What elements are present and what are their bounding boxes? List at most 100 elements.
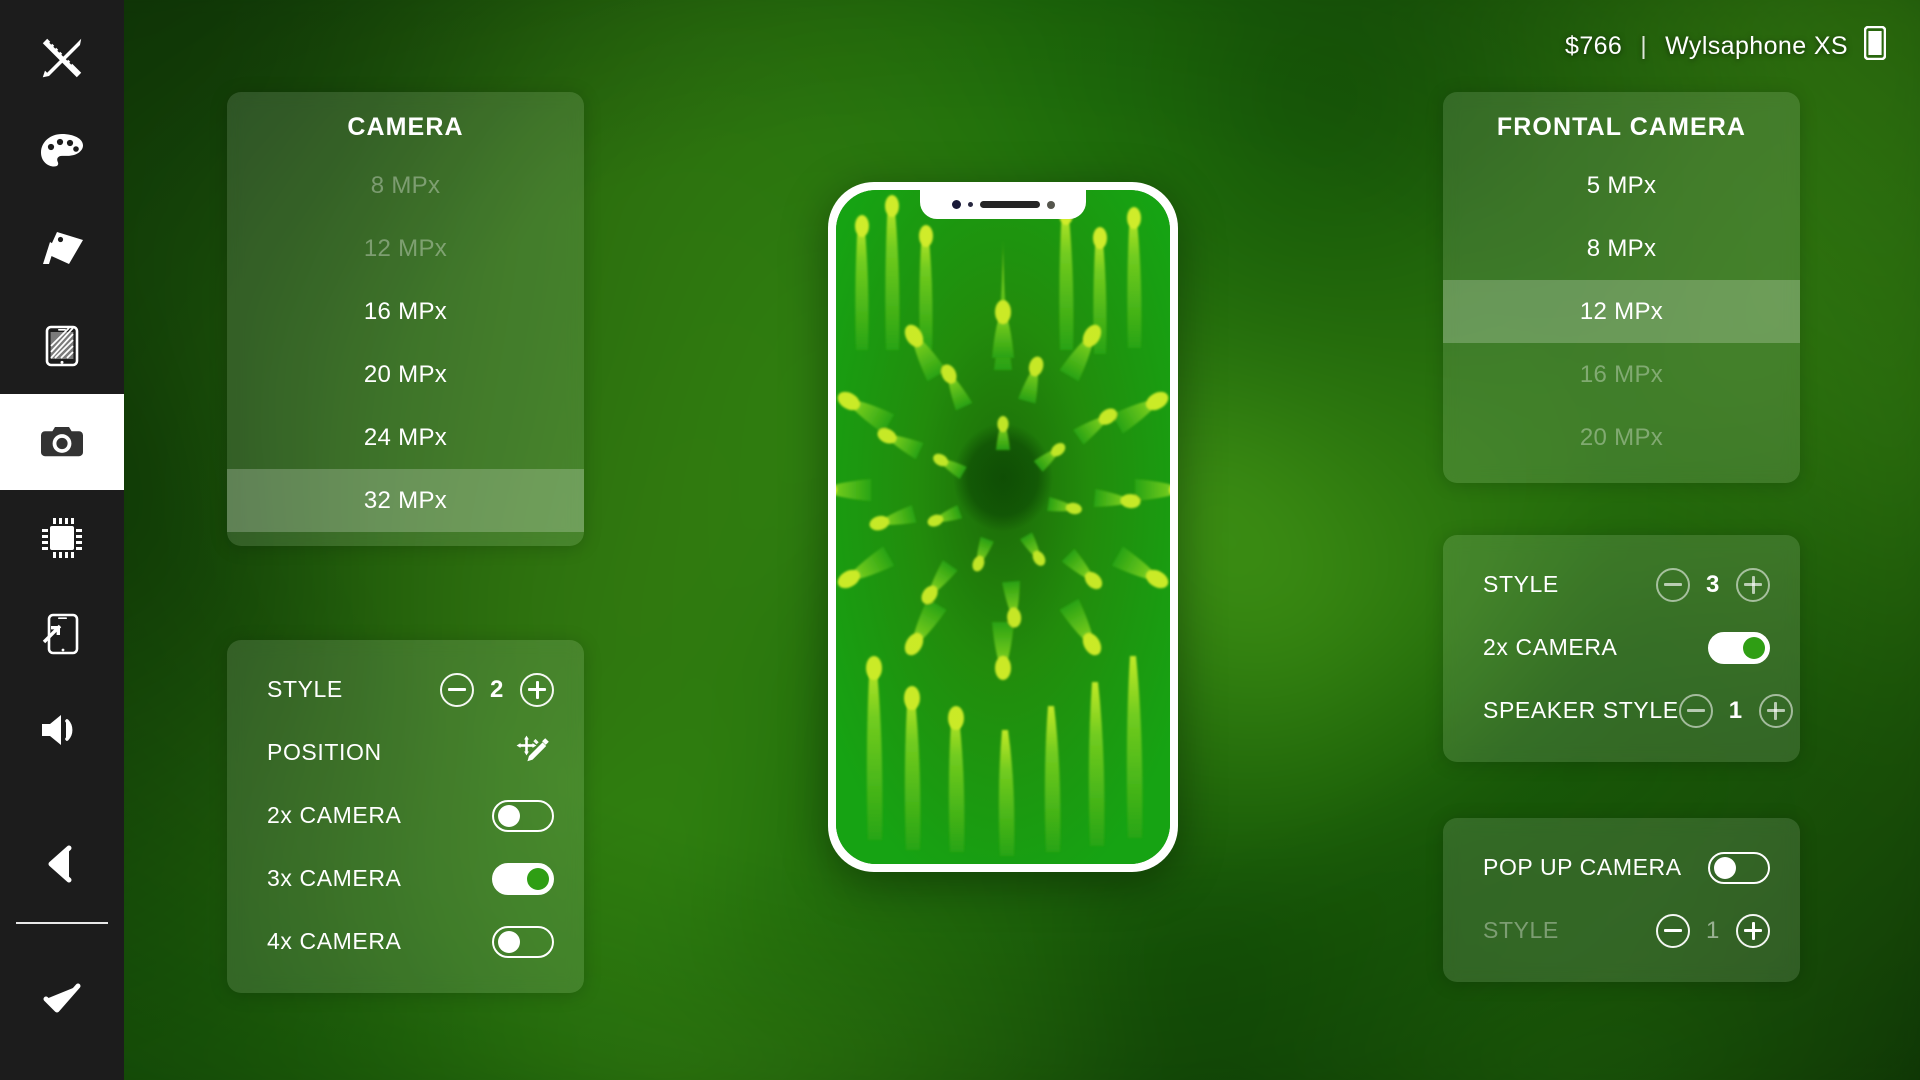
speaker-style-stepper: 1: [1678, 693, 1793, 728]
frontal-camera-panel: FRONTAL CAMERA 5 MPx 8 MPx 12 MPx 16 MPx…: [1443, 92, 1800, 483]
popup-rows: POP UP CAMERA STYLE 1: [1443, 818, 1800, 982]
row-frontal-2x: 2x CAMERA: [1443, 616, 1800, 679]
sidebar-item-color[interactable]: [0, 106, 124, 202]
camera-option[interactable]: 24 MPx: [227, 406, 584, 469]
phone-icon: [1863, 25, 1887, 67]
row-label: STYLE: [1483, 917, 1559, 943]
front-camera-dot: [951, 200, 961, 209]
row-popup-camera: POP UP CAMERA: [1443, 836, 1800, 899]
frontal-style-stepper: 3: [1656, 567, 1770, 602]
frontal-option-selected[interactable]: 12 MPx: [1443, 280, 1800, 343]
back-button[interactable]: [0, 816, 124, 912]
frontal-option[interactable]: 20 MPx: [1443, 406, 1800, 469]
frontal-settings-rows: STYLE 3 2x CAMERA SPEAKER STYLE 1: [1443, 535, 1800, 762]
palette-icon: [36, 128, 88, 180]
stepper-value: 2: [490, 675, 504, 703]
toggle-popup-camera[interactable]: [1708, 851, 1770, 884]
sidebar-item-design[interactable]: [0, 10, 124, 106]
camera-panel: CAMERA 8 MPx 12 MPx 16 MPx 20 MPx 24 MPx…: [227, 92, 584, 546]
phone-preview: [828, 182, 1178, 872]
row-label: 4x CAMERA: [267, 928, 402, 954]
stepper-value: 1: [1706, 916, 1720, 944]
configurator-app: $766 | Wylsaphone XS CAMERA 8 MPx 12 MPx…: [0, 0, 1920, 1080]
camera-option[interactable]: 8 MPx: [227, 154, 584, 217]
sidebar-item-speaker[interactable]: [0, 682, 124, 778]
frontal-option[interactable]: 16 MPx: [1443, 343, 1800, 406]
camera-style-stepper: 2: [440, 672, 554, 707]
camera-icon: [36, 416, 88, 468]
phone-screen: [836, 190, 1170, 864]
increment-button[interactable]: [1736, 567, 1770, 602]
camera-panel-title: CAMERA: [347, 113, 464, 141]
increment-button[interactable]: [1758, 693, 1793, 728]
decrement-button[interactable]: [1656, 913, 1690, 948]
row-label: 3x CAMERA: [267, 865, 402, 891]
price-label: $766: [1565, 32, 1623, 60]
row-camera-3x: 3x CAMERA: [227, 847, 584, 910]
sidebar-item-materials[interactable]: [0, 202, 124, 298]
ports-icon: [36, 608, 88, 660]
camera-settings-rows: STYLE 2 POSITION 2x CAMERA 3x CAMERA 4x …: [227, 640, 584, 993]
row-label: STYLE: [267, 676, 343, 702]
frontal-option-list: 5 MPx 8 MPx 12 MPx 16 MPx 20 MPx: [1443, 146, 1800, 483]
frontal-settings-panel: STYLE 3 2x CAMERA SPEAKER STYLE 1: [1443, 535, 1800, 762]
materials-icon: [36, 224, 88, 276]
speaker-icon: [36, 704, 88, 756]
frontal-option[interactable]: 8 MPx: [1443, 217, 1800, 280]
proximity-sensor: [1046, 200, 1055, 209]
popup-camera-panel: POP UP CAMERA STYLE 1: [1443, 818, 1800, 982]
earpiece-grille: [979, 201, 1040, 208]
sidebar-divider: [16, 922, 108, 924]
increment-button[interactable]: [1736, 913, 1770, 948]
toggle-4x-camera[interactable]: [492, 925, 554, 958]
row-label: 2x CAMERA: [1483, 634, 1618, 660]
row-camera-position: POSITION: [227, 721, 584, 784]
row-camera-style: STYLE 2: [227, 658, 584, 721]
header-separator: |: [1640, 32, 1648, 60]
sensor-dot: [967, 202, 973, 207]
row-speaker-style: SPEAKER STYLE 1: [1443, 679, 1800, 742]
camera-option-selected[interactable]: 32 MPx: [227, 469, 584, 532]
header-summary: $766 | Wylsaphone XS: [1565, 25, 1887, 67]
popup-style-stepper: 1: [1656, 913, 1770, 948]
toggle-frontal-2x-camera[interactable]: [1708, 631, 1770, 664]
stepper-value: 1: [1728, 696, 1743, 724]
sidebar-item-camera[interactable]: [0, 394, 124, 490]
camera-option-list: 8 MPx 12 MPx 16 MPx 20 MPx 24 MPx 32 MPx: [227, 146, 584, 546]
ruler-pencil-icon: [36, 32, 88, 84]
row-label: POP UP CAMERA: [1483, 854, 1682, 880]
sidebar-item-chip[interactable]: [0, 490, 124, 586]
row-frontal-style: STYLE 3: [1443, 553, 1800, 616]
camera-option[interactable]: 12 MPx: [227, 217, 584, 280]
toggle-2x-camera[interactable]: [492, 799, 554, 832]
frontal-panel-title: FRONTAL CAMERA: [1496, 113, 1747, 141]
frontal-option[interactable]: 5 MPx: [1443, 154, 1800, 217]
row-label: POSITION: [267, 739, 382, 765]
screen-icon: [36, 320, 88, 372]
stepper-value: 3: [1706, 570, 1720, 598]
decrement-button[interactable]: [1678, 693, 1713, 728]
phone-notch: [920, 190, 1086, 219]
decrement-button[interactable]: [440, 672, 474, 707]
decrement-button[interactable]: [1656, 567, 1690, 602]
chip-icon: [36, 512, 88, 564]
magic-wand-position-icon[interactable]: [514, 733, 554, 773]
camera-option[interactable]: 16 MPx: [227, 280, 584, 343]
row-label: SPEAKER STYLE: [1483, 697, 1679, 723]
chevron-left-icon: [36, 838, 88, 890]
sidebar-item-screen[interactable]: [0, 298, 124, 394]
model-name-label: Wylsaphone XS: [1665, 32, 1848, 60]
row-popup-style: STYLE 1: [1443, 899, 1800, 962]
row-label: 2x CAMERA: [267, 802, 402, 828]
increment-button[interactable]: [520, 672, 554, 707]
camera-settings-panel: STYLE 2 POSITION 2x CAMERA 3x CAMERA 4x …: [227, 640, 584, 993]
check-icon: [36, 972, 88, 1024]
row-camera-4x: 4x CAMERA: [227, 910, 584, 973]
confirm-button[interactable]: [0, 950, 124, 1046]
sidebar: [0, 0, 124, 1080]
toggle-3x-camera[interactable]: [492, 862, 554, 895]
row-camera-2x: 2x CAMERA: [227, 784, 584, 847]
camera-option[interactable]: 20 MPx: [227, 343, 584, 406]
row-label: STYLE: [1483, 571, 1559, 597]
sidebar-item-ports[interactable]: [0, 586, 124, 682]
